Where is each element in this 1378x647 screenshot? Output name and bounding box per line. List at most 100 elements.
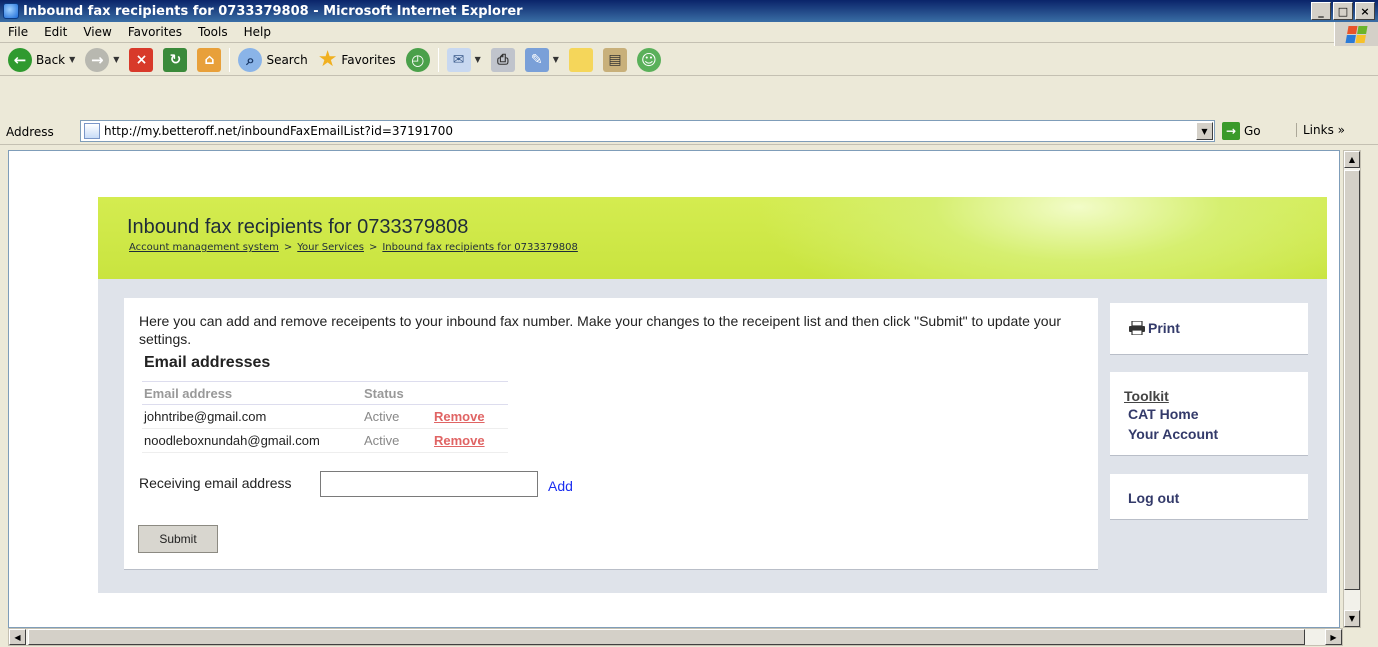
go-button[interactable]: → Go [1222, 120, 1261, 142]
intro-text: Here you can add and remove receipents t… [139, 313, 1062, 347]
remove-link[interactable]: Remove [434, 433, 485, 448]
edit-icon: ✎ [524, 47, 549, 72]
scroll-down-icon[interactable]: ▼ [1344, 610, 1360, 627]
scroll-left-icon[interactable]: ◀ [9, 629, 26, 645]
page-banner: Inbound fax recipients for 0733379808 Ac… [98, 197, 1327, 279]
favorites-button[interactable]: ★ Favorites [313, 46, 401, 74]
window-title: Inbound fax recipients for 0733379808 - … [23, 3, 523, 19]
email-table: Email address Status johntribe@gmail.com… [142, 381, 508, 453]
search-button[interactable]: ⌕ Search [233, 46, 312, 74]
minimize-button[interactable]: _ [1311, 2, 1331, 20]
address-url: http://my.betteroff.net/inboundFaxEmailL… [104, 124, 453, 138]
windows-logo-icon [1334, 22, 1378, 46]
messenger-icon: ☺ [636, 47, 661, 72]
menu-tools[interactable]: Tools [190, 25, 236, 39]
browser-viewport: Inbound fax recipients for 0733379808 Ac… [8, 150, 1340, 628]
home-button[interactable]: ⌂ [192, 46, 226, 74]
history-button[interactable]: ◴ [401, 46, 435, 74]
print-label: Print [1148, 320, 1180, 336]
breadcrumb-account-management[interactable]: Account management system [129, 242, 279, 253]
printer-icon: ⎙ [490, 47, 515, 72]
stop-icon: × [129, 47, 154, 72]
back-button[interactable]: ← Back ▼ [3, 46, 80, 74]
row-email: johntribe@gmail.com [144, 409, 267, 424]
printer-icon [1129, 321, 1145, 335]
page-title: Inbound fax recipients for 0733379808 [127, 216, 469, 238]
toolkit-link[interactable]: Toolkit [1124, 388, 1169, 404]
breadcrumb-current[interactable]: Inbound fax recipients for 0733379808 [382, 242, 578, 253]
window-titlebar: Inbound fax recipients for 0733379808 - … [0, 0, 1378, 22]
your-account-link[interactable]: Your Account [1128, 426, 1218, 442]
address-bar: Address http://my.betteroff.net/inboundF… [0, 119, 1378, 145]
add-link[interactable]: Add [548, 478, 573, 494]
horizontal-scroll-thumb[interactable] [28, 629, 1305, 645]
print-toolbar-button[interactable]: ⎙ [486, 46, 520, 74]
receiving-email-input[interactable] [320, 471, 538, 497]
search-icon: ⌕ [238, 47, 263, 72]
logout-link[interactable]: Log out [1128, 490, 1179, 506]
breadcrumb-your-services[interactable]: Your Services [297, 242, 364, 253]
menu-bar: File Edit View Favorites Tools Help [0, 22, 1378, 43]
address-label: Address [6, 124, 54, 139]
scroll-up-icon[interactable]: ▲ [1344, 151, 1360, 168]
menu-view[interactable]: View [75, 25, 119, 39]
section-title: Email addresses [144, 354, 271, 371]
menu-favorites[interactable]: Favorites [120, 25, 190, 39]
back-arrow-icon: ← [8, 47, 32, 72]
toolbar-separator [229, 47, 231, 72]
menu-help[interactable]: Help [236, 25, 279, 39]
cat-home-link[interactable]: CAT Home [1128, 406, 1199, 422]
back-dropdown-icon: ▼ [69, 55, 76, 64]
address-input[interactable]: http://my.betteroff.net/inboundFaxEmailL… [80, 120, 1215, 142]
edit-button[interactable]: ✎ ▼ [520, 46, 564, 74]
home-icon: ⌂ [197, 47, 222, 72]
scroll-right-icon[interactable]: ▶ [1325, 629, 1342, 645]
refresh-icon: ↻ [163, 47, 188, 72]
menu-edit[interactable]: Edit [36, 25, 75, 39]
forward-button[interactable]: → ▼ [80, 46, 124, 74]
vertical-scrollbar[interactable]: ▲ ▼ [1343, 150, 1361, 628]
row-status: Active [364, 433, 400, 448]
go-label: Go [1244, 124, 1261, 138]
back-label: Back [36, 52, 66, 67]
vertical-scroll-thumb[interactable] [1344, 170, 1360, 590]
page-container: Inbound fax recipients for 0733379808 Ac… [98, 197, 1327, 593]
close-button[interactable]: × [1355, 2, 1375, 20]
sidebar-print-box: Print [1110, 303, 1308, 355]
note-icon [568, 47, 593, 72]
mail-icon: ✉ [446, 47, 471, 72]
forward-dropdown-icon: ▼ [113, 55, 120, 64]
chevron-right-icon: » [1337, 123, 1345, 137]
links-button[interactable]: Links » [1296, 123, 1345, 137]
remove-link[interactable]: Remove [434, 409, 485, 424]
discuss-button[interactable] [564, 46, 598, 74]
horizontal-scrollbar[interactable]: ◀ ▶ [8, 628, 1343, 646]
toolbar: ← Back ▼ → ▼ × ↻ ⌂ ⌕ Search ★ Favorites … [0, 44, 1378, 76]
messenger-button[interactable]: ☺ [632, 46, 666, 74]
submit-button[interactable]: Submit [138, 525, 218, 553]
main-panel: Here you can add and remove receipents t… [124, 298, 1098, 570]
refresh-button[interactable]: ↻ [158, 46, 192, 74]
table-header: Email address Status [142, 381, 508, 405]
forward-arrow-icon: → [85, 47, 110, 72]
page-icon [84, 123, 100, 139]
maximize-button[interactable]: □ [1333, 2, 1353, 20]
breadcrumb: Account management system > Your Services >… [129, 242, 578, 253]
address-dropdown-icon[interactable]: ▼ [1196, 122, 1213, 140]
sidebar-logout-box: Log out [1110, 474, 1308, 520]
ie-icon [3, 3, 19, 19]
stop-button[interactable]: × [124, 46, 158, 74]
print-link[interactable]: Print [1128, 320, 1180, 336]
row-email: noodleboxnundah@gmail.com [144, 433, 320, 448]
table-row: noodleboxnundah@gmail.com Active Remove [142, 429, 508, 453]
header-status: Status [364, 385, 404, 401]
row-status: Active [364, 409, 400, 424]
menu-file[interactable]: File [0, 25, 36, 39]
window-controls: _ □ × [1311, 2, 1375, 20]
history-icon: ◴ [405, 47, 430, 72]
header-email: Email address [144, 385, 233, 401]
edit-dropdown-icon: ▼ [552, 55, 559, 64]
research-button[interactable]: ▤ [598, 46, 632, 74]
sidebar-toolkit-box: Toolkit CAT Home Your Account [1110, 372, 1308, 456]
mail-button[interactable]: ✉ ▼ [442, 46, 486, 74]
